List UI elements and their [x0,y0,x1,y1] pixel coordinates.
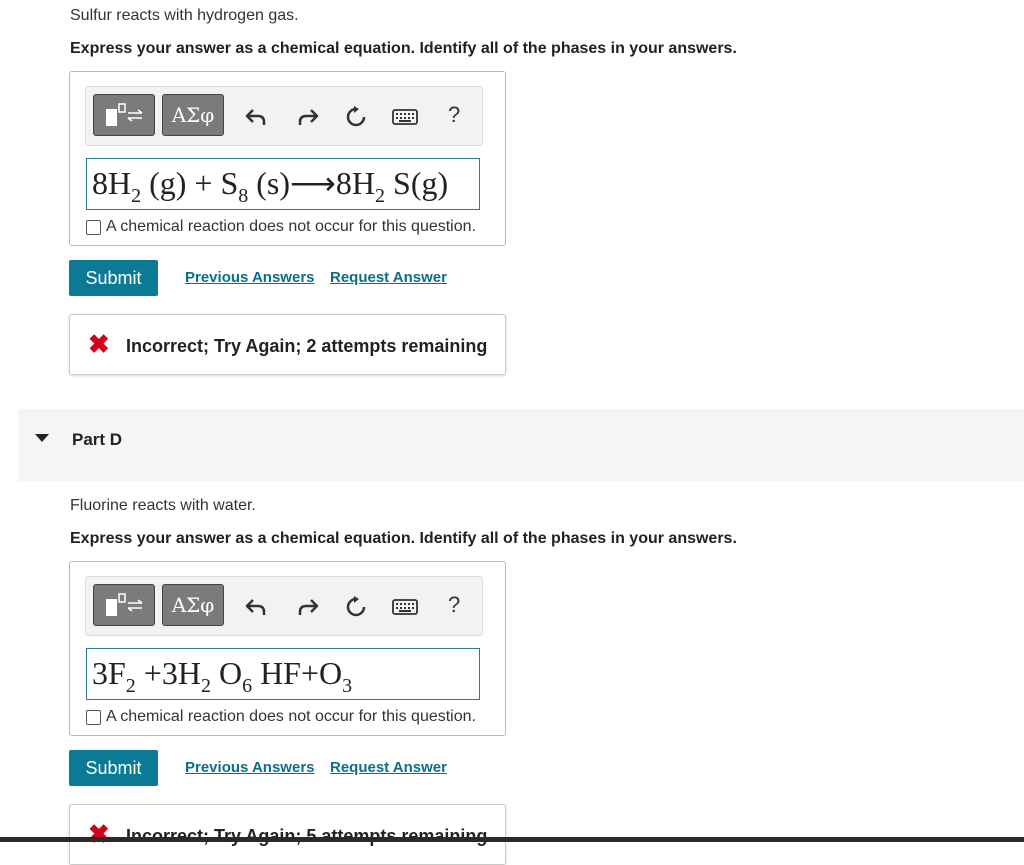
feedback-box: ✖ Incorrect; Try Again; 2 attempts remai… [69,314,506,375]
equation-subscript: 2 [375,185,386,207]
no-reaction-option[interactable]: A chemical reaction does not occur for t… [86,218,476,236]
part-d-header[interactable]: Part D [18,409,1024,481]
equation-text: O [210,655,243,691]
question-instruction: Express your answer as a chemical equati… [70,530,737,547]
help-button[interactable]: ? [448,592,460,618]
equation-subscript: 3 [342,675,353,697]
submit-button[interactable]: Submit [69,750,158,786]
templates-icon [106,103,143,126]
greek-symbols-button[interactable]: ΑΣφ [162,94,224,136]
no-reaction-checkbox[interactable] [86,219,101,235]
equation-subscript: 2 [125,675,136,697]
question-instruction: Express your answer as a chemical equati… [70,40,737,57]
redo-icon[interactable] [296,595,320,619]
request-answer-link[interactable]: Request Answer [330,269,447,286]
reset-icon[interactable] [344,105,368,129]
help-button[interactable]: ? [448,102,460,128]
incorrect-icon: ✖ [88,819,110,849]
keyboard-icon[interactable] [392,105,418,129]
equation-subscript: 2 [131,185,142,207]
equation-text: (s)⟶8H [248,165,376,201]
previous-answers-link[interactable]: Previous Answers [185,269,315,286]
submit-button[interactable]: Submit [69,260,158,296]
collapse-caret-icon[interactable] [35,434,49,444]
feedback-message: Incorrect; Try Again; 2 attempts remaini… [126,336,488,356]
question-prompt: Fluorine reacts with water. [70,497,256,514]
equation-text: 3F [92,655,126,691]
equation-subscript: 8 [238,185,249,207]
equation-text: HF+O [252,655,343,691]
part-title: Part D [72,430,123,449]
no-reaction-option[interactable]: A chemical reaction does not occur for t… [86,708,476,726]
equation-toolbar: ΑΣφ ? [85,576,483,636]
equation-text: (g) + S [141,165,239,201]
equation-toolbar: ΑΣφ ? [85,86,483,146]
redo-icon[interactable] [296,105,320,129]
equation-subscript: 6 [242,675,253,697]
templates-icon [106,593,143,616]
no-reaction-label: A chemical reaction does not occur for t… [106,218,476,235]
equation-subscript: 2 [200,675,211,697]
undo-icon[interactable] [244,105,268,129]
equation-input[interactable]: 3F2 +3H2 O6 HF+O3 [86,648,480,700]
answer-box: ΑΣφ ? 8H2 (g) + S8 (s)⟶8H2 S(g) A chemic… [69,71,506,246]
no-reaction-checkbox[interactable] [86,709,101,725]
keyboard-icon[interactable] [392,595,418,619]
equation-text: +3H [135,655,201,691]
answer-box: ΑΣφ ? 3F2 +3H2 O6 HF+O3 A chemical react… [69,561,506,736]
incorrect-icon: ✖ [88,329,110,359]
feedback-box: ✖ Incorrect; Try Again; 5 attempts remai… [69,804,506,865]
request-answer-link[interactable]: Request Answer [330,759,447,776]
question-prompt: Sulfur reacts with hydrogen gas. [70,7,299,24]
no-reaction-label: A chemical reaction does not occur for t… [106,708,476,725]
templates-button[interactable] [93,584,155,626]
equation-text: 8H [92,165,132,201]
equation-text: S(g) [385,165,449,201]
greek-symbols-button[interactable]: ΑΣφ [162,584,224,626]
equation-input[interactable]: 8H2 (g) + S8 (s)⟶8H2 S(g) [86,158,480,210]
previous-answers-link[interactable]: Previous Answers [185,759,315,776]
templates-button[interactable] [93,94,155,136]
reset-icon[interactable] [344,595,368,619]
window-bottom-edge [0,837,1024,842]
undo-icon[interactable] [244,595,268,619]
